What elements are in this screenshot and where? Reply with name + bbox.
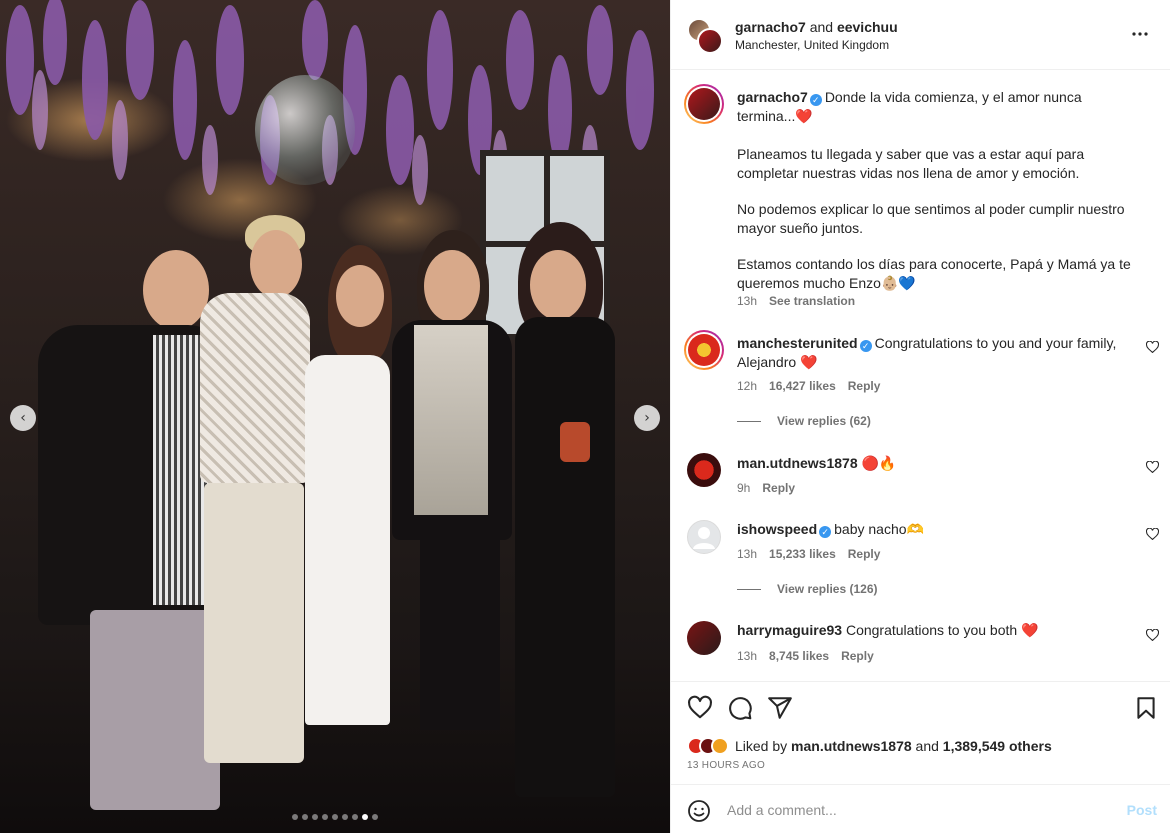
comment-avatar[interactable] <box>687 453 721 487</box>
reply-button[interactable]: Reply <box>848 379 881 393</box>
comment-avatar[interactable] <box>684 330 724 370</box>
location-link[interactable]: Manchester, United Kingdom <box>735 38 889 52</box>
comment-meta: 9h Reply <box>737 481 807 495</box>
collab-avatars[interactable] <box>687 18 723 54</box>
post-side-panel: garnacho7 and eevichuu Manchester, Unite… <box>670 0 1170 833</box>
caption-meta: 13h See translation <box>737 294 867 308</box>
verified-badge-icon: ✓ <box>859 340 872 352</box>
comment-composer: Post <box>671 784 1170 833</box>
comment-text: man.utdnews1878 🔴🔥 <box>737 454 1142 473</box>
and-text: and <box>809 19 834 35</box>
see-translation-button[interactable]: See translation <box>769 294 855 308</box>
collab-usernames: garnacho7 and eevichuu <box>735 19 898 35</box>
verified-badge-icon: ✓ <box>809 94 822 106</box>
carousel-dot <box>312 814 318 820</box>
comment-avatar[interactable] <box>687 520 721 554</box>
liker-avatars <box>687 737 729 755</box>
carousel-indicator <box>292 814 378 820</box>
comments-scroll-area[interactable]: garnacho7 ✓ Donde la vida comienza, y el a… <box>671 71 1170 681</box>
caption: garnacho7 ✓ Donde la vida comienza, y el a… <box>737 88 1142 293</box>
liked-by-summary: Liked by man.utdnews1878 and 1,389,549 o… <box>687 737 1052 755</box>
comment-bubble-icon[interactable] <box>727 695 753 721</box>
carousel-dot <box>342 814 348 820</box>
comment-likes[interactable]: 16,427 likes <box>769 379 836 393</box>
comment-input[interactable] <box>727 799 1087 821</box>
comment-time: 13h <box>737 547 758 561</box>
bookmark-save-icon[interactable] <box>1133 695 1159 721</box>
liked-by-user-link[interactable]: man.utdnews1878 <box>791 738 912 754</box>
carousel-dot <box>362 814 368 820</box>
comment-meta: 13h 8,745 likes Reply <box>737 649 886 663</box>
carousel-dot <box>322 814 328 820</box>
caption-paragraph: Planeamos tu llegada y saber que vas a e… <box>737 146 1085 181</box>
person-4 <box>392 230 512 740</box>
liked-by-prefix: Liked by <box>735 738 788 754</box>
like-comment-heart-icon[interactable] <box>1145 527 1160 543</box>
like-heart-icon[interactable] <box>687 695 713 721</box>
comment-username[interactable]: ishowspeed <box>737 521 817 537</box>
comment-likes[interactable]: 15,233 likes <box>769 547 836 561</box>
comment-time: 12h <box>737 379 758 393</box>
likes-count-link[interactable]: 1,389,549 others <box>943 738 1052 754</box>
comment-meta: 12h 16,427 likes Reply <box>737 379 892 393</box>
view-replies-button[interactable]: View replies (126) <box>737 582 878 596</box>
like-comment-heart-icon[interactable] <box>1145 460 1160 476</box>
comment-body: Congratulations to you both ❤️ <box>845 622 1039 638</box>
caption-username[interactable]: garnacho7 <box>737 89 808 105</box>
carousel-prev-button[interactable]: ‹ <box>10 405 36 431</box>
emoji-smiley-icon[interactable] <box>687 799 711 823</box>
post-comment-button[interactable]: Post <box>1127 802 1157 818</box>
avatar <box>711 737 729 755</box>
post-timestamp: 13 HOURS AGO <box>687 760 766 771</box>
caption-avatar[interactable] <box>684 84 724 124</box>
view-replies-button[interactable]: View replies (62) <box>737 414 871 428</box>
comment-text: ishowspeed ✓ baby nacho🫶 <box>737 520 1142 539</box>
reply-button[interactable]: Reply <box>841 649 874 663</box>
person-2 <box>190 215 310 795</box>
share-send-icon[interactable] <box>767 695 793 721</box>
username-link[interactable]: garnacho7 <box>735 19 806 35</box>
carousel-dot <box>292 814 298 820</box>
comment-meta: 13h 15,233 likes Reply <box>737 547 892 561</box>
post-actions: Liked by man.utdnews1878 and 1,389,549 o… <box>671 681 1170 831</box>
comment-time: 9h <box>737 481 751 495</box>
comment-body: 🔴🔥 <box>861 455 897 471</box>
comment-username[interactable]: manchesterunited <box>737 335 858 351</box>
caption-paragraph: No podemos explicar lo que sentimos al p… <box>737 201 1125 236</box>
comment-text: harrymaguire93 Congratulations to you bo… <box>737 621 1142 640</box>
carousel-dot <box>372 814 378 820</box>
comment-text: manchesterunited ✓ Congratulations to you … <box>737 334 1142 372</box>
person-3 <box>300 245 400 745</box>
more-options-icon[interactable] <box>1128 22 1152 52</box>
carousel-dot <box>302 814 308 820</box>
liked-and: and <box>915 738 939 754</box>
comment-avatar[interactable] <box>687 621 721 655</box>
comment-body: baby nacho🫶 <box>834 521 924 537</box>
comment-likes[interactable]: 8,745 likes <box>769 649 829 663</box>
like-comment-heart-icon[interactable] <box>1145 340 1160 356</box>
post-photo[interactable]: ‹ › <box>0 0 670 833</box>
like-comment-heart-icon[interactable] <box>1145 628 1160 644</box>
carousel-dot <box>332 814 338 820</box>
comment-time: 13h <box>737 649 758 663</box>
comment-username[interactable]: man.utdnews1878 <box>737 455 858 471</box>
carousel-dot <box>352 814 358 820</box>
username-link[interactable]: eevichuu <box>837 19 898 35</box>
reply-button[interactable]: Reply <box>848 547 881 561</box>
post-header: garnacho7 and eevichuu Manchester, Unite… <box>671 0 1170 70</box>
balloon <box>255 75 355 185</box>
caption-paragraph: Estamos contando los días para conocerte… <box>737 256 1131 291</box>
comment-username[interactable]: harrymaguire93 <box>737 622 842 638</box>
carousel-next-button[interactable]: › <box>634 405 660 431</box>
avatar <box>697 28 723 54</box>
verified-badge-icon: ✓ <box>819 526 832 538</box>
reply-button[interactable]: Reply <box>762 481 795 495</box>
caption-time: 13h <box>737 294 758 308</box>
person-5 <box>500 222 640 812</box>
